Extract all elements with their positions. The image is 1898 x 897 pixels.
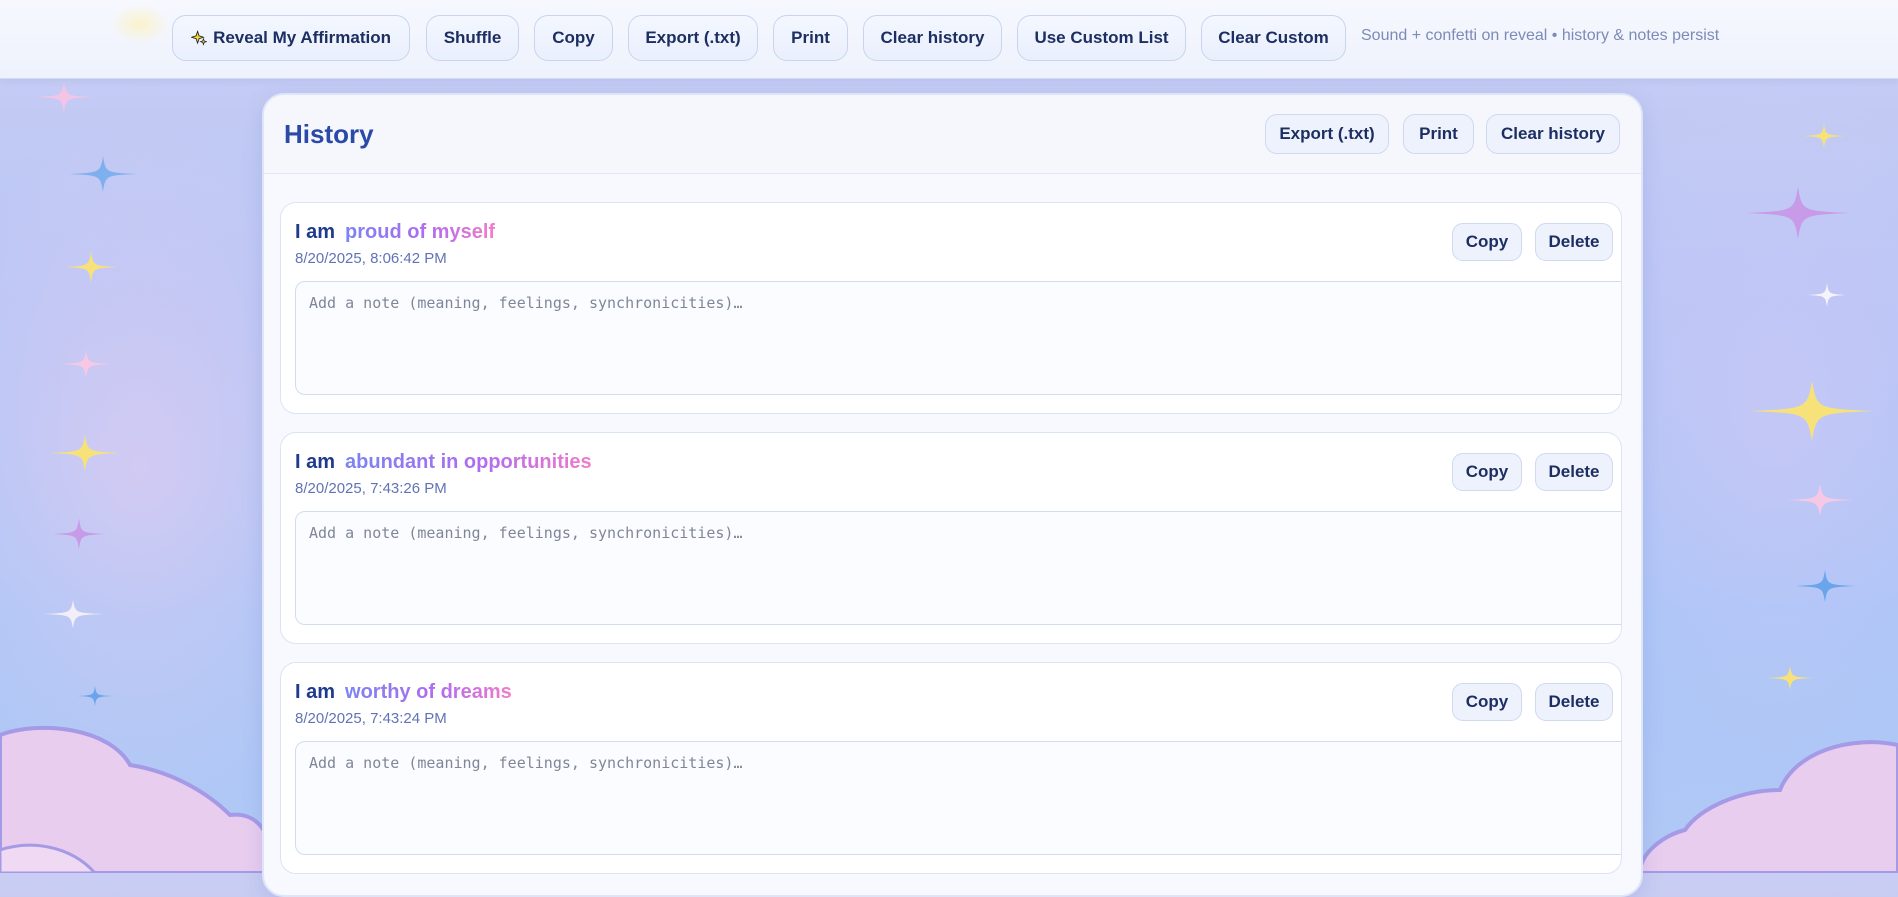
use-custom-list-button[interactable]: Use Custom List <box>1017 15 1186 61</box>
entry-prefix: I am <box>295 681 336 703</box>
entry-note-field[interactable] <box>295 511 1621 625</box>
sparkle-icon <box>36 81 92 113</box>
entry-copy-button[interactable]: Copy <box>1452 223 1522 261</box>
entry-prefix: I am <box>295 221 336 243</box>
entry-affirmation: I am worthy of dreams <box>295 681 512 704</box>
entry-timestamp: 8/20/2025, 8:06:42 PM <box>295 250 447 267</box>
entry-prefix: I am <box>295 451 336 473</box>
clear-history-button[interactable]: Clear history <box>863 15 1002 61</box>
sparkle-icon <box>1802 124 1846 148</box>
sparkles-icon <box>191 30 208 46</box>
sparkle-icon <box>43 600 103 628</box>
history-panel: History Export (.txt) Print Clear histor… <box>262 93 1643 897</box>
entry-affirmation: I am proud of myself <box>295 221 495 244</box>
sparkle-icon <box>1750 381 1874 441</box>
copy-button[interactable]: Copy <box>534 15 613 61</box>
history-entry: I am abundant in opportunities 8/20/2025,… <box>280 432 1622 644</box>
entry-delete-button[interactable]: Delete <box>1535 453 1613 491</box>
sparkle-icon <box>49 435 121 471</box>
sparkle-icon <box>77 686 113 706</box>
clear-custom-button[interactable]: Clear Custom <box>1201 15 1346 61</box>
entry-delete-button[interactable]: Delete <box>1535 223 1613 261</box>
entry-note-field[interactable] <box>295 281 1621 395</box>
history-export-button[interactable]: Export (.txt) <box>1265 114 1389 154</box>
entry-copy-button[interactable]: Copy <box>1452 453 1522 491</box>
top-toolbar: Reveal My Affirmation Shuffle Copy Expor… <box>0 0 1898 79</box>
reveal-affirmation-label: Reveal My Affirmation <box>213 28 391 47</box>
history-header: History Export (.txt) Print Clear histor… <box>264 95 1641 174</box>
export-txt-button[interactable]: Export (.txt) <box>628 15 758 61</box>
entry-timestamp: 8/20/2025, 7:43:24 PM <box>295 710 447 727</box>
history-title: History <box>284 119 374 149</box>
history-entry: I am proud of myself 8/20/2025, 8:06:42 P… <box>280 202 1622 414</box>
print-button[interactable]: Print <box>773 15 848 61</box>
entry-copy-button[interactable]: Copy <box>1452 683 1522 721</box>
entry-affirmation-text: proud of myself <box>345 221 496 243</box>
sparkle-icon <box>65 251 117 283</box>
sparkle-icon <box>1766 666 1814 690</box>
sparkle-icon <box>1807 283 1847 307</box>
toolbar-hint: Sound + confetti on reveal • history & n… <box>1361 27 1720 44</box>
entry-timestamp: 8/20/2025, 7:43:26 PM <box>295 480 447 497</box>
sparkle-icon <box>1795 570 1855 602</box>
cloud-right <box>1637 740 1898 873</box>
cloud-left-inner <box>0 843 98 873</box>
history-print-button[interactable]: Print <box>1403 114 1474 154</box>
sparkle-icon <box>69 156 137 192</box>
shuffle-button[interactable]: Shuffle <box>426 15 519 61</box>
history-entry: I am worthy of dreams 8/20/2025, 7:43:24 … <box>280 662 1622 874</box>
entry-affirmation: I am abundant in opportunities <box>295 451 592 474</box>
sparkle-icon <box>53 518 105 550</box>
cloud-left <box>0 725 273 873</box>
history-clear-button[interactable]: Clear history <box>1486 114 1620 154</box>
sparkle-icon <box>1746 187 1850 239</box>
entry-affirmation-text: worthy of dreams <box>345 681 512 703</box>
sparkle-icon <box>1786 484 1854 516</box>
sparkle-icon <box>60 350 112 378</box>
entry-affirmation-text: abundant in opportunities <box>345 451 592 473</box>
entry-delete-button[interactable]: Delete <box>1535 683 1613 721</box>
reveal-affirmation-button[interactable]: Reveal My Affirmation <box>172 15 410 61</box>
entry-note-field[interactable] <box>295 741 1621 855</box>
